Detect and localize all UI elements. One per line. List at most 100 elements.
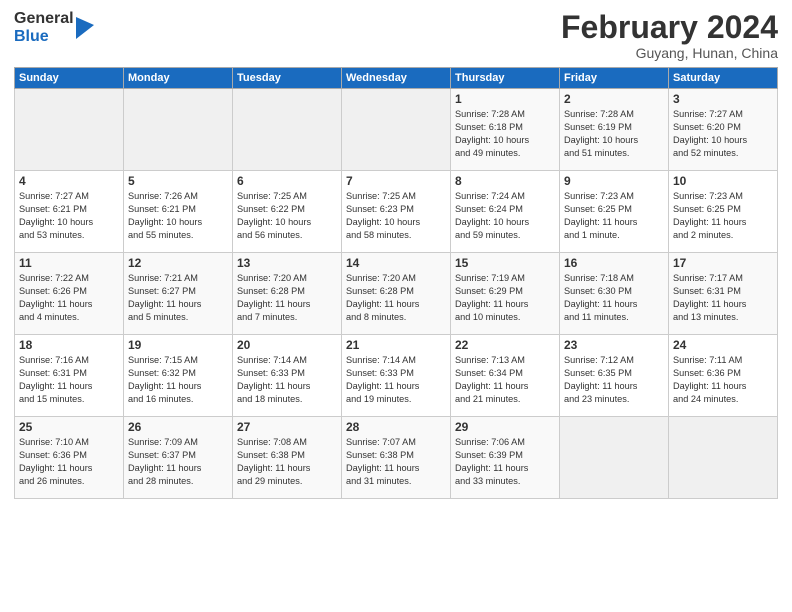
day-info: Sunrise: 7:28 AMSunset: 6:19 PMDaylight:… [564,108,664,160]
col-monday: Monday [124,68,233,89]
day-number: 16 [564,256,664,270]
day-number: 29 [455,420,555,434]
day-number: 18 [19,338,119,352]
table-row [15,89,124,171]
table-row: 20 Sunrise: 7:14 AMSunset: 6:33 PMDayligh… [233,335,342,417]
table-row: 28 Sunrise: 7:07 AMSunset: 6:38 PMDayligh… [342,417,451,499]
day-info: Sunrise: 7:28 AMSunset: 6:18 PMDaylight:… [455,108,555,160]
col-thursday: Thursday [451,68,560,89]
table-row: 27 Sunrise: 7:08 AMSunset: 6:38 PMDayligh… [233,417,342,499]
table-row: 2 Sunrise: 7:28 AMSunset: 6:19 PMDaylight… [560,89,669,171]
day-info: Sunrise: 7:11 AMSunset: 6:36 PMDaylight:… [673,354,773,406]
table-row: 13Sunrise: 7:20 AMSunset: 6:28 PMDayligh… [233,253,342,335]
day-number: 4 [19,174,119,188]
table-row [342,89,451,171]
logo: General Blue [14,10,94,45]
day-number: 17 [673,256,773,270]
day-number: 10 [673,174,773,188]
table-row: 8 Sunrise: 7:24 AMSunset: 6:24 PMDaylight… [451,171,560,253]
calendar-table: Sunday Monday Tuesday Wednesday Thursday… [14,67,778,499]
day-info: Sunrise: 7:10 AMSunset: 6:36 PMDaylight:… [19,436,119,488]
day-number: 7 [346,174,446,188]
day-info: Sunrise: 7:25 AMSunset: 6:23 PMDaylight:… [346,190,446,242]
day-info: Sunrise: 7:20 AMSunset: 6:28 PMDaylight:… [346,272,446,324]
title-block: February 2024 Guyang, Hunan, China [561,10,778,61]
day-info: Sunrise: 7:27 AMSunset: 6:20 PMDaylight:… [673,108,773,160]
table-row: 10 Sunrise: 7:23 AMSunset: 6:25 PMDayligh… [669,171,778,253]
logo-icon [76,17,94,39]
day-number: 3 [673,92,773,106]
header: General Blue February 2024 Guyang, Hunan… [14,10,778,61]
col-friday: Friday [560,68,669,89]
table-row: 29 Sunrise: 7:06 AMSunset: 6:39 PMDayligh… [451,417,560,499]
day-info: Sunrise: 7:16 AMSunset: 6:31 PMDaylight:… [19,354,119,406]
calendar-container: General Blue February 2024 Guyang, Hunan… [0,0,792,509]
day-number: 25 [19,420,119,434]
day-number: 27 [237,420,337,434]
table-row: 14Sunrise: 7:20 AMSunset: 6:28 PMDayligh… [342,253,451,335]
day-number: 11 [19,256,119,270]
day-number: 1 [455,92,555,106]
col-saturday: Saturday [669,68,778,89]
table-row: 5Sunrise: 7:26 AMSunset: 6:21 PMDaylight… [124,171,233,253]
day-number: 24 [673,338,773,352]
day-number: 20 [237,338,337,352]
day-number: 9 [564,174,664,188]
day-info: Sunrise: 7:08 AMSunset: 6:38 PMDaylight:… [237,436,337,488]
logo-general: General [14,10,74,28]
day-number: 8 [455,174,555,188]
day-number: 23 [564,338,664,352]
day-number: 28 [346,420,446,434]
day-number: 26 [128,420,228,434]
day-info: Sunrise: 7:24 AMSunset: 6:24 PMDaylight:… [455,190,555,242]
table-row [124,89,233,171]
month-title: February 2024 [561,10,778,45]
day-number: 21 [346,338,446,352]
day-info: Sunrise: 7:22 AMSunset: 6:26 PMDaylight:… [19,272,119,324]
day-info: Sunrise: 7:06 AMSunset: 6:39 PMDaylight:… [455,436,555,488]
table-row [669,417,778,499]
day-info: Sunrise: 7:14 AMSunset: 6:33 PMDaylight:… [346,354,446,406]
table-row: 19Sunrise: 7:15 AMSunset: 6:32 PMDayligh… [124,335,233,417]
day-info: Sunrise: 7:17 AMSunset: 6:31 PMDaylight:… [673,272,773,324]
table-row: 1 Sunrise: 7:28 AMSunset: 6:18 PMDaylight… [451,89,560,171]
day-number: 13 [237,256,337,270]
day-number: 15 [455,256,555,270]
table-row: 6Sunrise: 7:25 AMSunset: 6:22 PMDaylight… [233,171,342,253]
day-info: Sunrise: 7:13 AMSunset: 6:34 PMDaylight:… [455,354,555,406]
logo-blue: Blue [14,28,74,46]
table-row: 16 Sunrise: 7:18 AMSunset: 6:30 PMDayligh… [560,253,669,335]
day-info: Sunrise: 7:25 AMSunset: 6:22 PMDaylight:… [237,190,337,242]
table-row: 24 Sunrise: 7:11 AMSunset: 6:36 PMDayligh… [669,335,778,417]
day-info: Sunrise: 7:27 AMSunset: 6:21 PMDaylight:… [19,190,119,242]
table-row: 26 Sunrise: 7:09 AMSunset: 6:37 PMDayligh… [124,417,233,499]
table-row: 23Sunrise: 7:12 AMSunset: 6:35 PMDayligh… [560,335,669,417]
col-wednesday: Wednesday [342,68,451,89]
day-number: 12 [128,256,228,270]
day-info: Sunrise: 7:21 AMSunset: 6:27 PMDaylight:… [128,272,228,324]
day-info: Sunrise: 7:23 AMSunset: 6:25 PMDaylight:… [673,190,773,242]
day-info: Sunrise: 7:23 AMSunset: 6:25 PMDaylight:… [564,190,664,242]
day-info: Sunrise: 7:09 AMSunset: 6:37 PMDaylight:… [128,436,228,488]
table-row [560,417,669,499]
header-row: Sunday Monday Tuesday Wednesday Thursday… [15,68,778,89]
table-row: 15 Sunrise: 7:19 AMSunset: 6:29 PMDayligh… [451,253,560,335]
table-row: 25 Sunrise: 7:10 AMSunset: 6:36 PMDayligh… [15,417,124,499]
day-info: Sunrise: 7:14 AMSunset: 6:33 PMDaylight:… [237,354,337,406]
day-info: Sunrise: 7:26 AMSunset: 6:21 PMDaylight:… [128,190,228,242]
table-row [233,89,342,171]
table-row: 4 Sunrise: 7:27 AMSunset: 6:21 PMDaylight… [15,171,124,253]
table-row: 7 Sunrise: 7:25 AMSunset: 6:23 PMDaylight… [342,171,451,253]
table-row: 21 Sunrise: 7:14 AMSunset: 6:33 PMDayligh… [342,335,451,417]
location: Guyang, Hunan, China [561,45,778,61]
table-row: 18 Sunrise: 7:16 AMSunset: 6:31 PMDayligh… [15,335,124,417]
table-row: 11 Sunrise: 7:22 AMSunset: 6:26 PMDayligh… [15,253,124,335]
day-info: Sunrise: 7:18 AMSunset: 6:30 PMDaylight:… [564,272,664,324]
table-row: 22Sunrise: 7:13 AMSunset: 6:34 PMDayligh… [451,335,560,417]
day-number: 2 [564,92,664,106]
table-row: 3 Sunrise: 7:27 AMSunset: 6:20 PMDaylight… [669,89,778,171]
day-number: 19 [128,338,228,352]
day-info: Sunrise: 7:19 AMSunset: 6:29 PMDaylight:… [455,272,555,324]
day-info: Sunrise: 7:07 AMSunset: 6:38 PMDaylight:… [346,436,446,488]
col-tuesday: Tuesday [233,68,342,89]
